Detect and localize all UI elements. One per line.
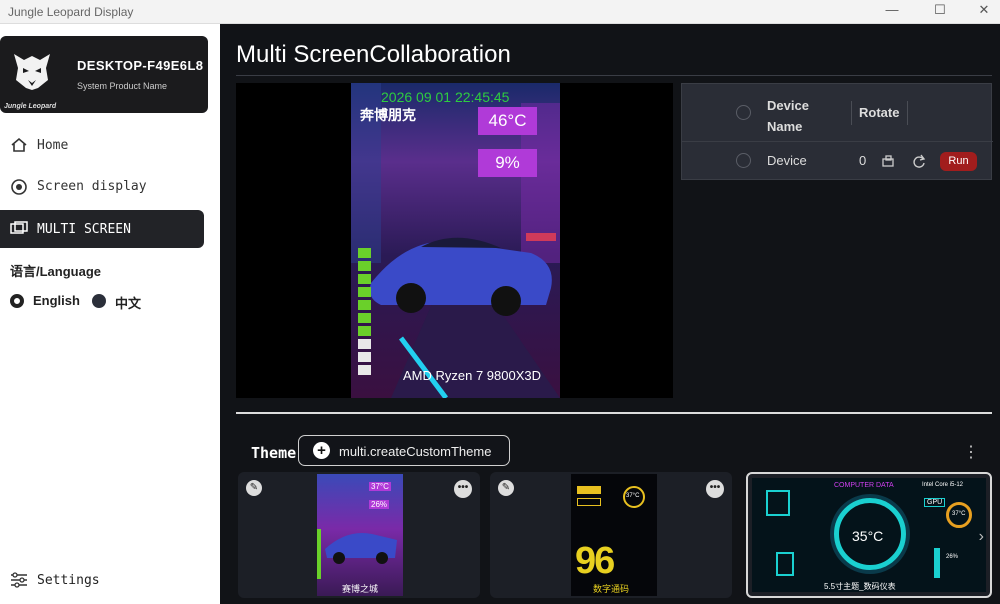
run-button[interactable]: Run [940, 152, 977, 171]
device-name-header: Device Name [767, 98, 809, 134]
plus-icon: + [313, 442, 330, 459]
window-titlebar: Jungle Leopard Display — ☐ ✕ [0, 0, 1000, 24]
window-title: Jungle Leopard Display [8, 5, 134, 19]
carousel-next-icon[interactable]: › [979, 528, 984, 546]
thumb-bar [577, 498, 601, 506]
refresh-icon[interactable] [912, 154, 926, 168]
device-row-name: Device [767, 153, 807, 168]
brand-panel: Jungle Leopard DESKTOP-F49E6L8 System Pr… [0, 36, 208, 113]
nav-screen-display[interactable]: Screen display [0, 167, 204, 205]
theme-thumbnail: COMPUTER DATA Intel Core i5-12 35°C GPU … [752, 478, 986, 592]
more-options-icon[interactable]: ••• [454, 480, 472, 498]
home-icon [11, 137, 27, 152]
device-row-checkbox[interactable] [736, 153, 751, 168]
thumb-cpu-text: Intel Core i5-12 [922, 482, 964, 488]
nav-screen-display-label: Screen display [37, 179, 147, 194]
thumb-caption: 5.5寸主题_数码仪表 [824, 582, 896, 591]
theme-card-cyber-city[interactable]: ✎ ••• 37°C 26% 赛博之城 [238, 472, 480, 598]
preview-user-text: 奔博朋克 [360, 107, 416, 123]
device-row[interactable]: Device 0 Run [682, 142, 993, 180]
thumb-temp: 35°C [852, 528, 884, 544]
theme-thumbnail: 37°C 26% 赛博之城 [317, 474, 403, 596]
preview-temperature: 46°C [478, 107, 537, 135]
theme-card-digital[interactable]: ✎ ••• 37°C 96 数字通码 [490, 472, 732, 598]
thumb-small-temp: 37°C [952, 511, 966, 517]
device-name: DESKTOP-F49E6L8 [77, 58, 204, 73]
thumb-gpu: GPU [924, 498, 946, 507]
divider [236, 75, 992, 76]
main-content: Multi ScreenCollaboration 2026 09 01 22:… [220, 24, 1000, 604]
language-english-label: English [33, 293, 80, 308]
nav-settings[interactable]: Settings [0, 569, 204, 593]
nav-multi-screen[interactable]: MULTI SCREEN [0, 210, 204, 248]
nav-multi-screen-label: MULTI SCREEN [37, 222, 131, 237]
screen-preview: 2026 09 01 22:45:45 奔博朋克 46°C 9% AMD Ryz… [236, 83, 673, 398]
device-table-header: Device Name Rotate [682, 84, 993, 142]
theme-label: Theme [251, 444, 297, 462]
logo-text: Jungle Leopard [4, 103, 57, 110]
thumb-bar [934, 548, 940, 578]
usage-bars [358, 248, 371, 378]
theme-card-dashboard[interactable]: ✎ ••• COMPUTER DATA Intel Core i5-12 35°… [746, 472, 992, 598]
leopard-logo-icon [14, 54, 50, 90]
thumbnail-car-image [317, 529, 397, 579]
preview-usage: 9% [478, 149, 537, 177]
theme-thumbnail: 37°C 96 数字通码 [571, 474, 657, 596]
column-divider [851, 101, 852, 125]
thumb-percent: 26% [946, 554, 959, 560]
thumb-digit [776, 552, 794, 576]
thumb-bar [577, 486, 601, 494]
preview-screen: 2026 09 01 22:45:45 奔博朋克 46°C 9% AMD Ryz… [351, 83, 560, 398]
create-custom-theme-button[interactable]: + multi.createCustomTheme [298, 435, 510, 466]
device-row-rotate: 0 [859, 153, 867, 168]
create-theme-label: multi.createCustomTheme [339, 444, 492, 459]
column-divider [907, 101, 908, 125]
settings-icon [11, 572, 27, 588]
more-options-icon[interactable]: ••• [706, 480, 724, 498]
thumb-temp: 37°C [369, 482, 391, 491]
radio-unselected-icon [92, 294, 106, 308]
close-icon[interactable]: ✕ [974, 2, 994, 18]
rotate-orientation-icon[interactable] [881, 154, 895, 168]
section-divider [236, 412, 992, 414]
display-icon [11, 179, 27, 195]
thumb-header: COMPUTER DATA [834, 482, 894, 489]
language-chinese-label: 中文 [115, 296, 142, 311]
minimize-icon[interactable]: — [882, 2, 902, 17]
device-subtitle: System Product Name [77, 81, 168, 91]
edit-icon[interactable]: ✎ [498, 480, 514, 496]
thumb-temp: 37°C [626, 493, 640, 499]
preview-timestamp: 2026 09 01 22:45:45 [381, 89, 510, 105]
thumb-usage: 26% [369, 500, 390, 509]
language-title: 语言/Language [10, 264, 102, 279]
thumb-cpu-icon [766, 490, 790, 516]
nav-home[interactable]: Home [0, 126, 204, 164]
sidebar: Jungle Leopard DESKTOP-F49E6L8 System Pr… [0, 24, 220, 604]
device-table: Device Name Rotate Device 0 Run [681, 83, 993, 180]
page-title: Multi ScreenCollaboration [236, 41, 511, 68]
edit-icon[interactable]: ✎ [246, 480, 262, 496]
maximize-icon[interactable]: ☐ [930, 2, 950, 18]
theme-more-icon[interactable]: ⋮ [963, 442, 979, 462]
settings-label: Settings [37, 573, 100, 588]
radio-selected-icon [10, 294, 24, 308]
nav-home-label: Home [37, 138, 69, 153]
rotate-header: Rotate [859, 105, 900, 120]
select-all-checkbox[interactable] [736, 105, 751, 120]
thumb-caption: 赛博之城 [342, 584, 379, 594]
thumb-number: 96 [575, 540, 615, 582]
thumb-caption: 数字通码 [593, 584, 630, 594]
multi-screen-icon [10, 221, 28, 234]
preview-cpu-name: AMD Ryzen 7 9800X3D [403, 368, 542, 383]
